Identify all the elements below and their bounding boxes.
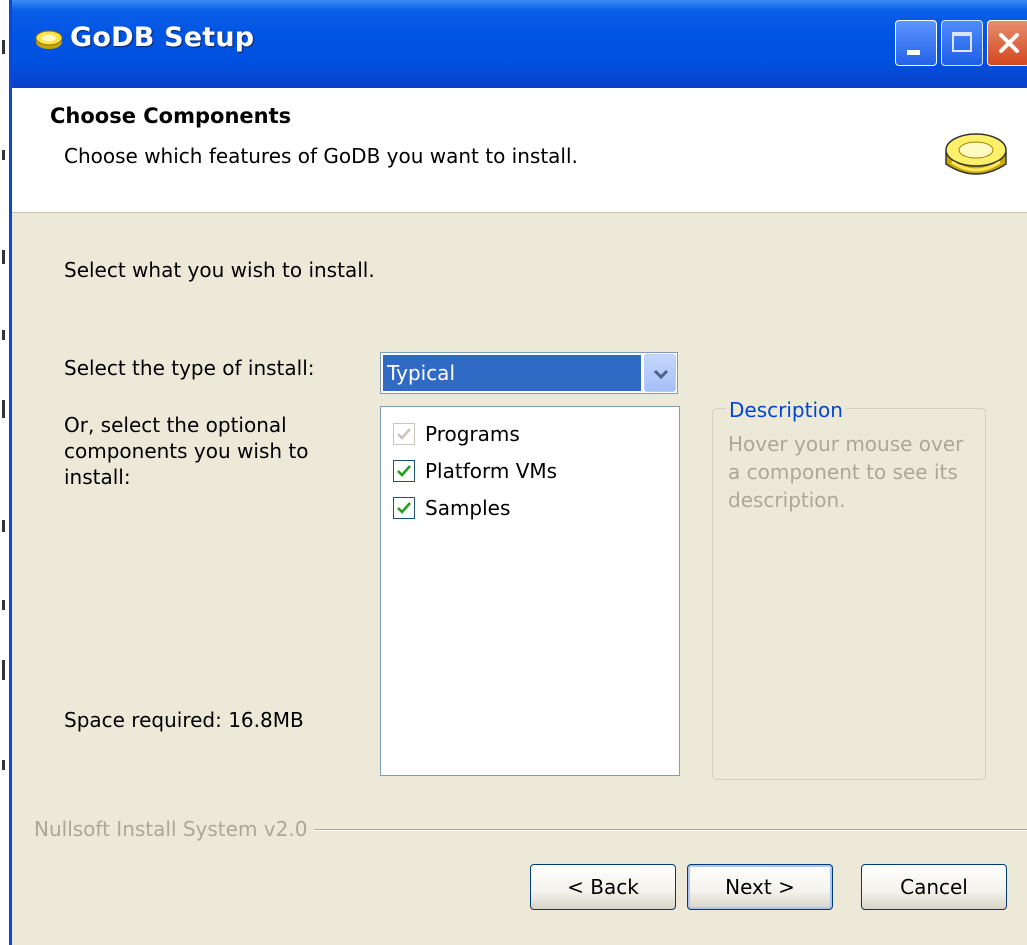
checkmark-icon [397, 502, 411, 514]
components-list[interactable]: Programs Platform VMs Samples [380, 406, 680, 776]
installer-brand: Nullsoft Install System v2.0 [34, 816, 312, 842]
checkbox-samples[interactable] [393, 497, 415, 519]
checkbox-programs[interactable] [393, 423, 415, 445]
component-label: Programs [425, 422, 520, 446]
checkmark-icon [397, 428, 411, 440]
window-title: GoDB Setup [70, 22, 255, 53]
intro-text: Select what you wish to install. [64, 258, 375, 282]
minimize-icon [907, 50, 920, 55]
description-legend: Description [726, 398, 846, 422]
close-button[interactable] [987, 20, 1027, 66]
page-subtitle: Choose which features of GoDB you want t… [64, 144, 578, 168]
maximize-icon [952, 32, 972, 52]
checkbox-platform-vms[interactable] [393, 460, 415, 482]
dropdown-button[interactable] [644, 354, 676, 392]
page-title: Choose Components [50, 104, 292, 128]
background-edge [0, 0, 9, 945]
space-required-text: Space required: 16.8MB [64, 708, 304, 732]
page-header: Choose Components Choose which features … [12, 88, 1027, 213]
optional-components-label: Or, select the optional components you w… [64, 413, 309, 489]
component-label: Platform VMs [425, 459, 558, 483]
maximize-button[interactable] [941, 20, 983, 66]
description-text: Hover your mouse over a component to see… [728, 432, 964, 512]
next-button[interactable]: Next > [687, 864, 833, 910]
godb-app-icon [35, 30, 63, 49]
install-type-label: Select the type of install: [64, 356, 315, 380]
cancel-button[interactable]: Cancel [861, 864, 1007, 910]
install-type-value: Typical [383, 355, 641, 391]
godb-logo-icon [945, 133, 1007, 175]
back-button[interactable]: < Back [530, 864, 676, 910]
close-icon [999, 33, 1019, 53]
checkmark-icon [397, 465, 411, 477]
component-label: Samples [425, 496, 511, 520]
chevron-down-icon [653, 369, 669, 380]
footer-divider [314, 829, 1027, 831]
minimize-button[interactable] [895, 20, 937, 66]
install-type-select[interactable]: Typical [380, 352, 678, 394]
title-bar[interactable]: GoDB Setup [12, 0, 1027, 88]
setup-window: GoDB Setup Choose Components Choose whic… [9, 0, 1027, 945]
